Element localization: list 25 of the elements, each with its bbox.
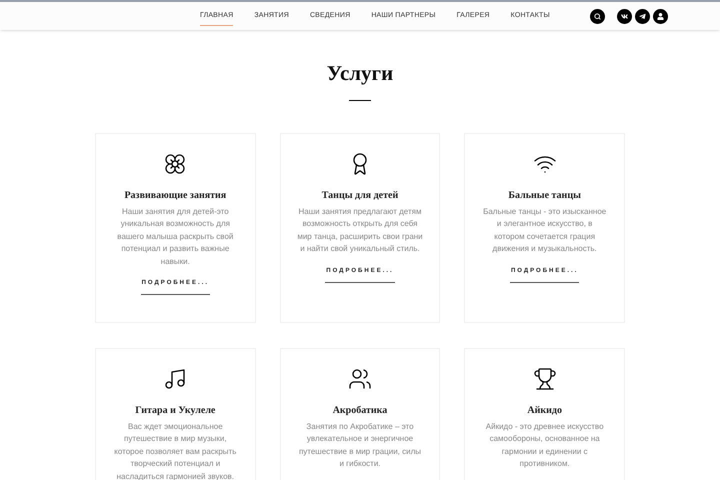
card-description: Айкидо - это древнее искусство самообороны, основанное на гармонии и единении с противником. [484,420,605,470]
card-description: Наши занятия для детей-это уникальная возможность для вашего малыша раскрыть свой потенциал и развить важные навыки. [116,206,234,268]
card-title: Бальные танцы [508,188,581,202]
section-title: Услуги [326,60,394,87]
user-button[interactable] [652,8,668,24]
trophy-icon [532,366,557,390]
telegram-button[interactable] [634,8,650,24]
card-title: Акробатика [332,404,388,418]
card-title: Гитара и Укулеле [135,404,216,418]
search-icon [594,12,601,20]
card-description: Бальные танцы - это изысканное и элегантное искусство, в котором сочетается грация движения и музыкальность. [482,206,608,255]
vk-icon [620,12,628,20]
music-note-icon [163,366,188,390]
card-description: Занятия по Акробатике – это увлекательное и энергичное путешествие в мир грации, силы и гибкости. [298,420,422,470]
user-icon [656,12,664,20]
telegram-icon [638,12,646,20]
flower-icon [163,152,188,176]
card-description: Наши занятия предлагают детям возможность открыть для себя мир танца, расширить свои грани и найти свой уникальный стиль. [296,206,424,255]
card-title: Айкидо [527,404,562,418]
card-description: Вас ждет эмоциональное путешествие в мир музыки, которое позволяет вам раскрыть творческий потенциал и насладиться гармонией звуков. [113,420,238,480]
search-button[interactable] [590,8,605,24]
people-icon [348,366,372,390]
card-title: Танцы для детей [322,188,398,202]
card-title: Развивающие занятия [124,188,226,202]
vk-button[interactable] [616,8,632,24]
